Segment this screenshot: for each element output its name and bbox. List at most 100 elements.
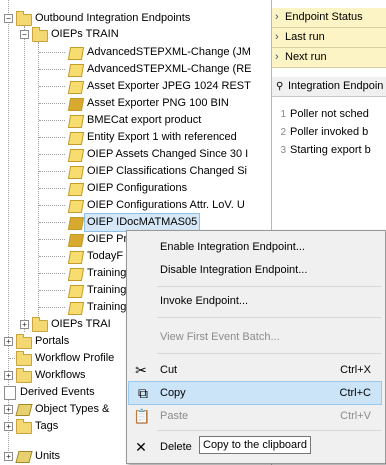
endpoint-icon [67, 268, 85, 281]
tree-node-label: OIEPs TRAIN [51, 28, 119, 40]
tree-node-object-types[interactable]: + Object Types & [0, 401, 126, 418]
tree-node-label: Tags [35, 420, 59, 432]
menu-separator [157, 430, 381, 431]
view-first-event-batch-menu-item[interactable]: View First Event Batch... [127, 326, 383, 348]
endpoint-icon [67, 47, 85, 60]
log-text: Poller not sched [290, 108, 369, 120]
tree-node-label: Object Types & [35, 403, 110, 415]
copy-icon: ⧉ [138, 385, 148, 401]
disable-endpoint-menu-item[interactable]: Disable Integration Endpoint... [127, 259, 383, 281]
property-endpoint-status[interactable]: › Endpoint Status [272, 8, 386, 28]
tree-item-endpoint[interactable]: Training [0, 282, 126, 299]
tree-node-label: Asset Exporter PNG 100 BIN [87, 97, 229, 109]
tree-node-derived-events[interactable]: Derived Events [0, 384, 126, 401]
tree-node-workflows[interactable]: + Workflows [0, 367, 126, 384]
log-line: 1 Poller not sched [272, 106, 386, 122]
folder-icon [16, 11, 32, 26]
property-label: Next run [285, 51, 327, 63]
tree-node-tags[interactable]: + Tags [0, 418, 126, 435]
tree-node-outbound[interactable]: − Outbound Integration Endpoints [0, 10, 268, 27]
endpoint-icon [67, 200, 85, 213]
tree-item-endpoint[interactable]: AdvancedSTEPXML-Change (RE [0, 61, 268, 78]
tree-node-label: OIEP Configurations [87, 182, 188, 194]
tree-node-label: OIEP Configurations Attr. LoV. U [87, 199, 245, 211]
expand-icon[interactable]: + [20, 320, 29, 329]
tree-node-oieps-trai[interactable]: + OIEPs TRAI [0, 316, 126, 333]
tree-item-endpoint[interactable]: OIEP Configurations [0, 180, 268, 197]
endpoint-icon [67, 234, 85, 247]
tree-item-endpoint[interactable]: Asset Exporter JPEG 1024 REST [0, 78, 268, 95]
tree-item-endpoint[interactable]: BMECat export product [0, 112, 268, 129]
property-last-run[interactable]: › Last run [272, 28, 386, 48]
tree-node-workflow-profiles[interactable]: Workflow Profile [0, 350, 126, 367]
scissors-icon: ✂ [135, 362, 147, 378]
tree-item-endpoint[interactable]: Entity Export 1 with referenced [0, 129, 268, 146]
invoke-endpoint-menu-item[interactable]: Invoke Endpoint... [127, 290, 383, 312]
tree-node-label: Units [35, 450, 61, 462]
endpoint-icon [67, 81, 85, 94]
endpoint-icon [67, 64, 85, 77]
tree-node-label: OIEP Pr [87, 233, 128, 245]
tree-item-endpoint[interactable]: OIEP Pr [0, 231, 128, 248]
tree-item-endpoint[interactable]: Training [0, 265, 126, 282]
folder-icon [16, 334, 32, 349]
integration-endpoint-section-header[interactable]: ⚲ Integration Endpoin [272, 77, 386, 97]
tree-node-label: OIEPs TRAI [51, 318, 111, 330]
endpoint-icon [67, 98, 85, 111]
property-label: Last run [285, 31, 325, 43]
copy-menu-item[interactable]: ⧉ Copy Ctrl+C [128, 381, 382, 405]
expand-icon[interactable]: + [4, 405, 13, 414]
context-menu: Enable Integration Endpoint... Disable I… [126, 230, 386, 464]
tree-node-label: Workflows [35, 369, 86, 381]
tree-item-endpoint[interactable]: TodayF [0, 248, 126, 265]
tree-node-label: Training [87, 267, 127, 279]
chevron-right-icon: › [275, 31, 279, 43]
enable-endpoint-menu-item[interactable]: Enable Integration Endpoint... [127, 236, 383, 258]
tree-item-endpoint[interactable]: Training [0, 299, 126, 316]
tree-node-oieps-train[interactable]: − OIEPs TRAIN [0, 26, 268, 43]
folder-icon [32, 317, 48, 332]
endpoint-icon [67, 115, 85, 128]
tree-node-label: Entity Export 1 with referenced [87, 131, 237, 143]
folder-icon [32, 27, 48, 42]
tree-item-endpoint-selected[interactable]: OIEP IDocMATMAS05 [0, 213, 268, 232]
line-number: 1 [280, 109, 286, 120]
tree-item-endpoint[interactable]: OIEP Configurations Attr. LoV. U [0, 197, 268, 214]
tree-node-label: Training [87, 284, 127, 296]
tree-item-endpoint[interactable]: Asset Exporter PNG 100 BIN [0, 95, 268, 112]
tree-item-endpoint[interactable]: AdvancedSTEPXML-Change (JM [0, 44, 268, 61]
chevron-right-icon: › [275, 11, 279, 23]
expand-icon[interactable]: + [4, 371, 13, 380]
expand-icon[interactable]: + [4, 452, 13, 461]
menu-item-label: Cut [160, 364, 178, 376]
folder-icon [16, 351, 32, 366]
tree-node-label: AdvancedSTEPXML-Change (RE [87, 63, 252, 75]
expand-icon[interactable]: + [4, 422, 13, 431]
tree-item-endpoint[interactable]: OIEP Assets Changed Since 30 I [0, 146, 268, 163]
cut-menu-item[interactable]: ✂ Cut Ctrl+X [127, 359, 383, 381]
tree-node-label: OIEP Assets Changed Since 30 I [87, 148, 249, 160]
tree-node-units[interactable]: + Units [0, 448, 126, 465]
object-types-icon [15, 404, 33, 416]
menu-separator [157, 353, 381, 354]
tree-node-label: BMECat export product [87, 114, 202, 126]
property-next-run[interactable]: › Next run [272, 48, 386, 68]
menu-item-label: Copy [160, 387, 186, 399]
collapse-icon[interactable]: − [4, 14, 13, 23]
endpoint-icon [67, 285, 85, 298]
tree-node-label: Asset Exporter JPEG 1024 REST [87, 80, 251, 92]
line-number: 3 [280, 145, 286, 156]
tree-item-endpoint[interactable]: OIEP Classifications Changed Si [0, 163, 268, 180]
delete-icon: ✕ [135, 439, 147, 455]
endpoint-icon [67, 132, 85, 145]
endpoint-icon [67, 217, 85, 230]
tree-node-label: Workflow Profile [35, 352, 115, 364]
tree-node-label: Training [87, 301, 127, 313]
menu-item-label: Invoke Endpoint... [160, 295, 249, 307]
log-line: 2 Poller invoked b [272, 124, 386, 140]
tree-node-portals[interactable]: + Portals [0, 333, 126, 350]
expand-icon[interactable]: + [4, 337, 13, 346]
collapse-icon[interactable]: − [20, 30, 29, 39]
section-title: Integration Endpoin [288, 80, 384, 92]
paste-menu-item[interactable]: 📋 Paste Ctrl+V [127, 405, 383, 427]
